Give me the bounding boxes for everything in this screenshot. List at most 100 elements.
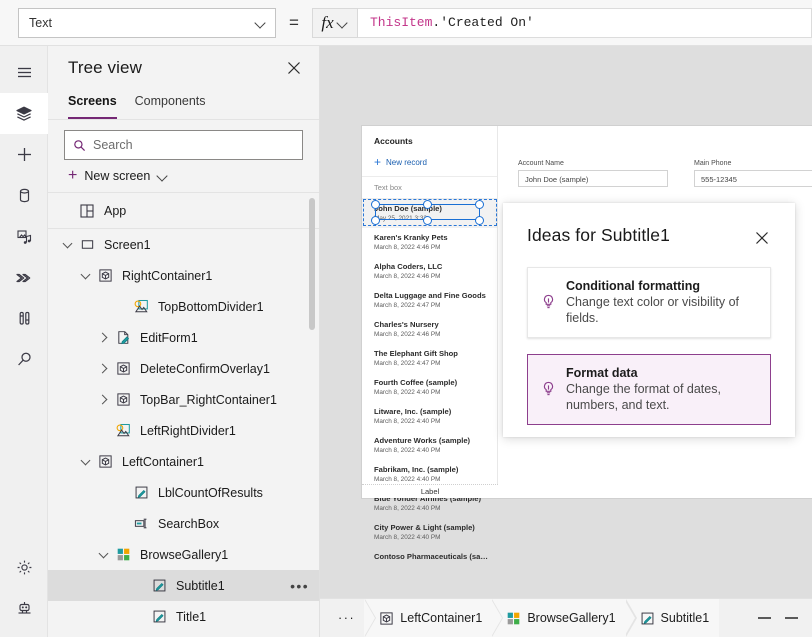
formula-token-rest: .'Created On': [432, 15, 534, 30]
chevron-right-icon[interactable]: [94, 394, 112, 405]
gallery-item-subtitle: March 8, 2022 4:40 PM: [374, 534, 441, 541]
minimize-icon[interactable]: [758, 617, 771, 619]
idea-card-title: Format data: [566, 366, 638, 380]
plus-icon: +: [374, 155, 382, 169]
chevron-right-icon[interactable]: [94, 332, 112, 343]
tree-item-label: Title1: [176, 609, 207, 624]
field-account-name: Account Name John Doe (sample): [518, 160, 668, 187]
tree-view-tabs: Screens Components: [48, 90, 319, 120]
tree-item-topbar_rightcontainer1[interactable]: TopBar_RightContainer1: [48, 384, 319, 415]
chevron-down-icon[interactable]: [94, 548, 112, 558]
label-icon: [640, 611, 655, 626]
tree-view-title: Tree view: [68, 58, 142, 77]
tree-item-topbottomdivider1[interactable]: TopBottomDivider1: [48, 291, 319, 322]
search-input[interactable]: Search: [64, 130, 303, 160]
new-record-button[interactable]: + New record: [362, 152, 497, 177]
collapse-icon[interactable]: [785, 617, 798, 619]
tree-item-title1[interactable]: Title1: [48, 601, 319, 632]
new-screen-button[interactable]: + New screen: [48, 164, 319, 192]
bot-assistant-icon[interactable]: [0, 588, 48, 629]
field-value[interactable]: 555-12345: [694, 170, 812, 187]
breadcrumb-item-leftcontainer1[interactable]: LeftContainer1: [365, 598, 504, 637]
left-icon-rail: [0, 46, 48, 637]
power-automate-icon[interactable]: [0, 257, 48, 298]
gallery-item-title: The Elephant Gift Shop: [374, 349, 458, 358]
insert-plus-icon[interactable]: [0, 134, 48, 175]
form-icon: [112, 330, 134, 345]
tree-item-rightcontainer1[interactable]: RightContainer1: [48, 260, 319, 291]
gallery-item-subtitle: March 8, 2022 4:46 PM: [374, 273, 441, 280]
media-icon[interactable]: [0, 216, 48, 257]
tree-item-list: App Screen1 RightContainer1 TopBottomDivide…: [48, 192, 319, 637]
gallery-item[interactable]: The Elephant Gift Shop March 8, 2022 4:47…: [362, 344, 497, 373]
idea-card-format-data[interactable]: Format data Change the format of dates, n…: [527, 354, 771, 425]
gallery-item[interactable]: Contoso Pharmaceuticals (sample): [362, 547, 497, 566]
search-advanced-icon[interactable]: [0, 339, 48, 380]
tree-item-editform1[interactable]: EditForm1: [48, 322, 319, 353]
gallery-item[interactable]: Adventure Works (sample) March 8, 2022 4:…: [362, 431, 497, 460]
chevron-down-icon: [157, 170, 169, 182]
tree-item-subtitle1[interactable]: Subtitle1 •••: [48, 570, 319, 601]
chevron-right-icon[interactable]: [94, 363, 112, 374]
tree-item-label: BrowseGallery1: [140, 547, 229, 562]
tab-screens[interactable]: Screens: [68, 94, 117, 119]
gallery-item-subtitle: March 8, 2022 4:47 PM: [374, 360, 441, 367]
hamburger-menu-icon[interactable]: [0, 52, 48, 93]
formula-token-thisitem: ThisItem: [370, 15, 433, 30]
data-cylinder-icon[interactable]: [0, 175, 48, 216]
breadcrumb-label: LeftContainer1: [400, 611, 483, 625]
field-value[interactable]: John Doe (sample): [518, 170, 668, 187]
tree-item-deleteconfirmoverlay1[interactable]: DeleteConfirmOverlay1: [48, 353, 319, 384]
tree-item-browsegallery1[interactable]: BrowseGallery1: [48, 539, 319, 570]
chevron-down-icon[interactable]: [58, 238, 76, 248]
tree-view-layers-icon[interactable]: [0, 93, 48, 134]
breadcrumb-overflow[interactable]: ···: [320, 598, 377, 637]
property-select[interactable]: Text: [18, 7, 276, 38]
gallery-item[interactable]: City Power & Light (sample) March 8, 2022…: [362, 518, 497, 547]
field-main-phone: Main Phone 555-12345: [694, 160, 812, 187]
more-options-icon[interactable]: •••: [290, 579, 309, 593]
tree-item-leftrightdivider1[interactable]: LeftRightDivider1: [48, 415, 319, 446]
tree-item-image1[interactable]: Image1: [48, 632, 319, 637]
idea-card-conditional-formatting[interactable]: Conditional formatting Change text color …: [527, 267, 771, 338]
breadcrumb-item-browsegallery1[interactable]: BrowseGallery1: [492, 598, 637, 637]
idea-card-description: Change the format of dates, numbers, and…: [566, 382, 721, 412]
gallery-icon: [506, 611, 521, 626]
variables-icon[interactable]: [0, 298, 48, 339]
chevron-down-icon[interactable]: [76, 269, 94, 279]
tree-item-leftcontainer1[interactable]: LeftContainer1: [48, 446, 319, 477]
tree-item-label: DeleteConfirmOverlay1: [140, 361, 270, 376]
gallery-item[interactable]: Charles's Nursery March 8, 2022 4:46 PM: [362, 315, 497, 344]
tree-item-lblcountofresults[interactable]: LblCountOfResults: [48, 477, 319, 508]
tab-components[interactable]: Components: [135, 94, 206, 119]
powerapps-studio-window: Text = fx ThisItem .'Created On' Tree vi…: [0, 0, 812, 637]
tree-item-screen1[interactable]: Screen1: [48, 229, 319, 260]
tree-vertical-scrollbar[interactable]: [309, 198, 315, 330]
formula-input[interactable]: ThisItem .'Created On': [358, 7, 812, 38]
breadcrumb-item-subtitle1[interactable]: Subtitle1: [625, 598, 720, 637]
gallery-item[interactable]: Karen's Kranky Pets March 8, 2022 4:46 PM: [362, 228, 497, 257]
container-icon: [112, 361, 134, 376]
chevron-down-icon[interactable]: [76, 455, 94, 465]
gallery-item-title: Fourth Coffee (sample): [374, 378, 458, 387]
tree-search-wrapper: Search: [48, 120, 319, 164]
tree-item-label: App: [104, 203, 127, 218]
gallery-item-title: Alpha Coders, LLC: [374, 262, 443, 271]
tree-item-searchbox[interactable]: SearchBox: [48, 508, 319, 539]
fx-button[interactable]: fx: [312, 7, 358, 38]
tree-item-app[interactable]: App: [48, 193, 319, 229]
textinput-icon: [130, 516, 152, 531]
gallery-item[interactable]: Alpha Coders, LLC March 8, 2022 4:46 PM: [362, 257, 497, 286]
gallery-search-box[interactable]: Text box: [362, 177, 497, 199]
gallery-item[interactable]: Delta Luggage and Fine Goods March 8, 202…: [362, 286, 497, 315]
gallery-item[interactable]: John Doe (sample) May 25, 2021 3:33: [362, 199, 497, 228]
gallery-item-title: Delta Luggage and Fine Goods: [374, 291, 486, 300]
gallery-item[interactable]: Fourth Coffee (sample) March 8, 2022 4:40…: [362, 373, 497, 402]
idea-card-description: Change text color or visibility of field…: [566, 295, 739, 325]
close-icon[interactable]: [281, 55, 307, 81]
gallery-item-title: Adventure Works (sample): [374, 436, 471, 445]
settings-gear-icon[interactable]: [0, 547, 48, 588]
gallery-item[interactable]: Litware, Inc. (sample) March 8, 2022 4:40…: [362, 402, 497, 431]
ideas-panel: Ideas for Subtitle1 Conditional formatti…: [503, 203, 795, 437]
close-icon[interactable]: [749, 225, 775, 251]
